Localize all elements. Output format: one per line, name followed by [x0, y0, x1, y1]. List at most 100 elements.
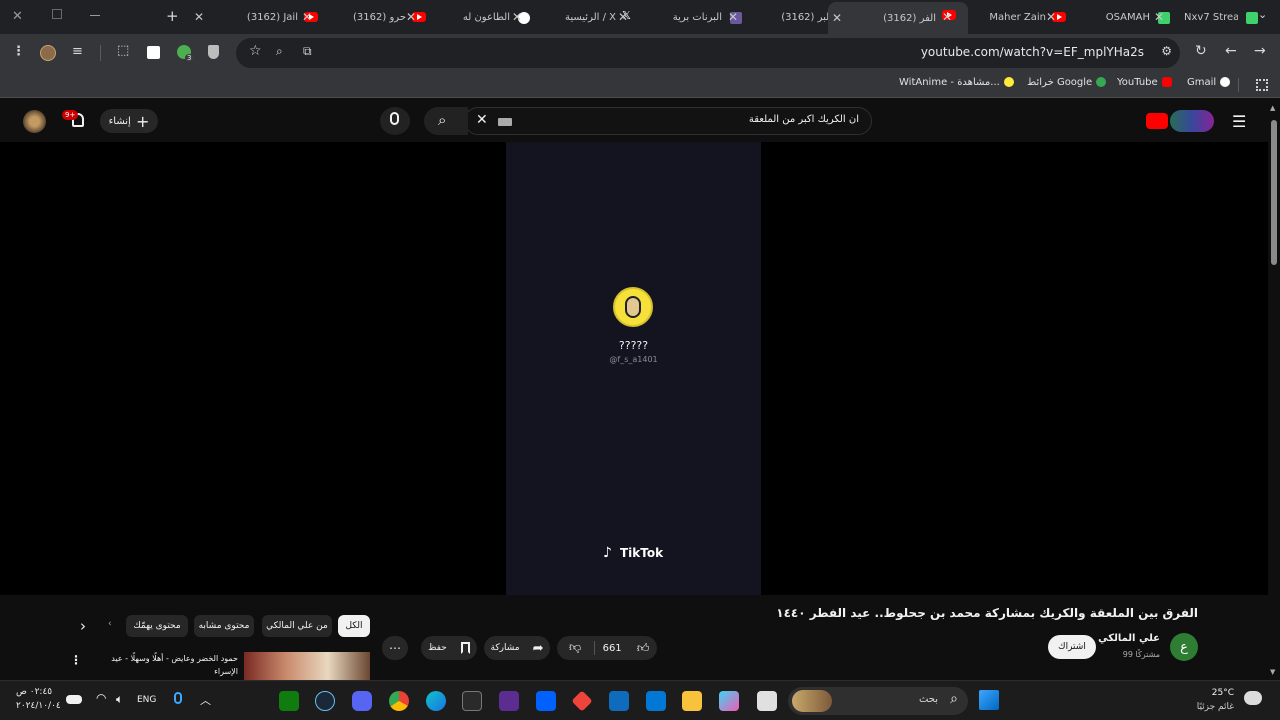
video-player[interactable]: ????? @f_s_a1401 ♪ TikTok — [0, 142, 1268, 595]
discord-icon[interactable] — [352, 691, 372, 711]
scroll-up-icon[interactable]: ▲ — [1270, 104, 1275, 112]
bookmark-item[interactable]: خرائط Google — [1027, 77, 1107, 88]
taskbar-search[interactable]: بحث ⌕ — [788, 687, 968, 715]
close-tab-icon[interactable]: ✕ — [1046, 10, 1056, 24]
dislike-button[interactable]: 👎︎ — [569, 640, 581, 655]
wifi-icon[interactable]: ◠ — [96, 691, 106, 705]
weather-icon[interactable] — [1244, 691, 1262, 705]
clear-search-icon[interactable]: ✕ — [476, 112, 488, 128]
address-bar[interactable]: ☆ ⌕ ⧉ youtube.com/watch?v=EF_mplYHa2s ⚙ — [236, 38, 1180, 68]
close-tab-icon[interactable]: ✕ — [832, 11, 842, 25]
bookmark-star-icon[interactable]: ☆ — [249, 43, 262, 59]
face-icon — [625, 296, 641, 318]
create-button[interactable]: إنشاء + — [100, 109, 158, 133]
reload-icon[interactable]: ↻ — [1195, 43, 1207, 59]
microphone-tray-icon[interactable] — [174, 692, 182, 704]
minimize-window-icon[interactable] — [90, 15, 100, 16]
close-tab-icon[interactable]: ✕ — [728, 10, 738, 24]
xbox-app-icon[interactable] — [279, 691, 299, 711]
channel-avatar[interactable]: ع — [1170, 633, 1198, 661]
scroll-down-icon[interactable]: ▼ — [1270, 668, 1275, 676]
weather-temperature[interactable]: 25°C — [1212, 688, 1234, 698]
filter-chip[interactable]: الكل — [338, 615, 370, 637]
page-scrollbar[interactable]: ▲ ▼ — [1268, 100, 1280, 680]
close-tab-icon[interactable]: ✕ — [1154, 10, 1164, 24]
close-tab-icon[interactable]: ✕ — [302, 10, 312, 24]
shield-icon[interactable] — [208, 45, 219, 59]
extensions-icon[interactable]: ⬚ — [117, 43, 129, 58]
clock-time[interactable]: ٠٢:٤٥ ص — [16, 687, 52, 697]
channel-name[interactable]: علي المالكي — [1098, 633, 1160, 644]
gamepad-icon[interactable] — [66, 695, 82, 704]
tab-search-icon[interactable]: ⌄ — [1258, 8, 1267, 21]
profile-avatar[interactable] — [40, 45, 56, 61]
start-button-icon[interactable] — [979, 690, 999, 710]
chips-next-icon[interactable]: › — [80, 617, 86, 635]
extension-dark-icon[interactable] — [147, 46, 160, 59]
tab-groups-icon[interactable]: ≡ — [72, 44, 83, 59]
search-box[interactable]: ان الكريك اكبر من الملعقة ✕ — [464, 107, 872, 135]
youtube-logo-doodle — [1170, 110, 1214, 132]
visual-studio-icon[interactable] — [499, 691, 519, 711]
scrollbar-thumb[interactable] — [1271, 120, 1277, 265]
microsoft-store-icon[interactable] — [646, 691, 666, 711]
back-icon[interactable]: ← — [1225, 43, 1237, 59]
edge-icon[interactable] — [426, 691, 446, 711]
copilot-icon[interactable] — [719, 691, 739, 711]
site-settings-icon[interactable]: ⚙ — [1161, 44, 1172, 58]
url-text[interactable]: youtube.com/watch?v=EF_mplYHa2s — [921, 45, 1144, 59]
forward-icon[interactable]: → — [1254, 43, 1266, 59]
clock-date[interactable]: ٢٠٢٤/١٠/٠٤ — [16, 701, 61, 711]
browser-tab[interactable]: ✕ Nxv7 Stream — [1150, 4, 1270, 30]
recommendation-menu-icon[interactable]: ⋮ — [70, 653, 82, 667]
menu-dots-icon[interactable]: ⋮ — [12, 44, 25, 59]
steam-icon[interactable] — [315, 691, 335, 711]
recommendation-thumbnail[interactable] — [244, 652, 370, 680]
close-tab-icon[interactable]: ✕ — [512, 10, 522, 24]
anydesk-icon[interactable] — [571, 690, 593, 712]
epic-games-icon[interactable] — [462, 691, 482, 711]
chrome-icon[interactable] — [389, 691, 409, 711]
file-explorer-icon[interactable] — [682, 691, 702, 711]
like-button[interactable]: 661 👍︎ — [595, 636, 657, 660]
outlook-icon[interactable] — [609, 691, 629, 711]
new-tab-icon[interactable]: + — [166, 7, 179, 25]
hamburger-menu-icon[interactable]: ☰ — [1232, 112, 1246, 131]
creator-avatar — [613, 287, 653, 327]
tab-title: البرنات برية — [672, 11, 722, 23]
close-window-icon[interactable]: ✕ — [12, 9, 23, 24]
voice-search-button[interactable] — [380, 107, 410, 135]
youtube-logo[interactable] — [1146, 113, 1168, 129]
close-tab-icon[interactable]: ✕ — [406, 10, 416, 24]
close-tab-icon[interactable]: ✕ — [618, 10, 628, 24]
dropbox-icon[interactable] — [536, 691, 556, 711]
zoom-icon[interactable]: ⌕ — [276, 44, 283, 59]
bookmark-item[interactable]: YouTube — [1117, 77, 1172, 88]
keyboard-icon[interactable] — [498, 118, 512, 126]
chips-chevron-left-icon[interactable]: ‹ — [108, 619, 112, 629]
tab-title: (3162) حرو — [353, 11, 406, 23]
recommendation-title[interactable]: حمود الخضر وعايض - أهلًا وسهلًا - عيد ال… — [111, 652, 238, 678]
show-hidden-icons-chevron[interactable]: ︿ — [200, 692, 211, 708]
input-language[interactable]: ENG — [137, 695, 156, 705]
bookmark-item[interactable]: Gmail — [1187, 77, 1231, 88]
bookmark-item[interactable]: WitAnime - مشاهدة... — [899, 77, 1014, 88]
subscribe-button[interactable]: اشتراك — [1048, 635, 1096, 659]
search-input[interactable]: ان الكريك اكبر من الملعقة — [749, 114, 859, 125]
save-button[interactable]: حفظ — [421, 636, 477, 660]
restore-window-icon[interactable] — [52, 9, 62, 19]
filter-chip[interactable]: محتوى مشابه — [194, 615, 254, 637]
account-avatar[interactable] — [23, 110, 46, 133]
file-icon[interactable] — [757, 691, 777, 711]
search-button[interactable]: ⌕ — [424, 107, 468, 135]
filter-chip[interactable]: محتوى يهمّك — [126, 615, 188, 637]
more-actions-button[interactable]: ⋯ — [382, 636, 408, 660]
close-tab-icon[interactable]: ✕ — [942, 10, 952, 24]
share-button[interactable]: مشاركة ➦ — [484, 636, 550, 660]
divider — [1238, 78, 1239, 92]
filter-chip[interactable]: من علي المالكي — [262, 615, 332, 637]
close-tab-icon[interactable]: ✕ — [194, 10, 204, 24]
speaker-icon[interactable]: 🔈︎ — [116, 692, 123, 707]
open-in-app-icon[interactable]: ⧉ — [303, 44, 312, 59]
apps-grid-icon[interactable] — [1256, 79, 1268, 91]
